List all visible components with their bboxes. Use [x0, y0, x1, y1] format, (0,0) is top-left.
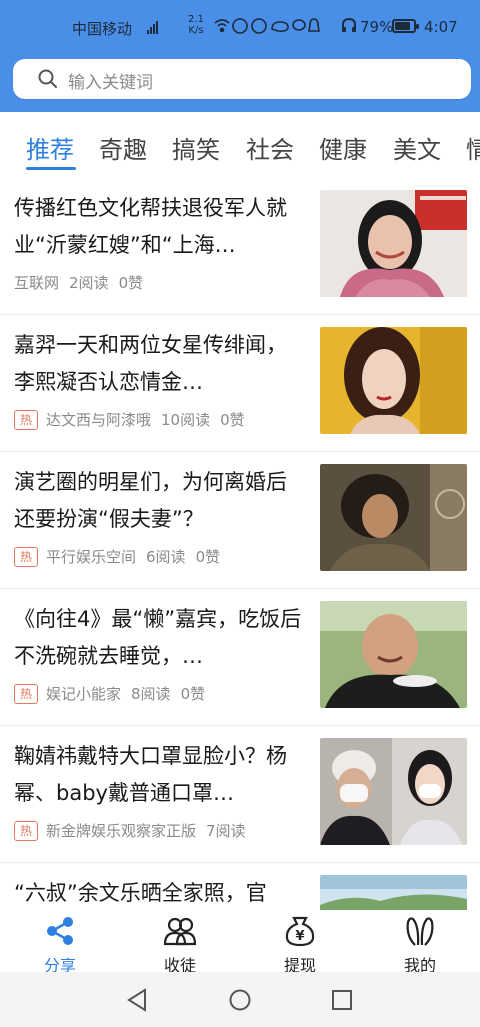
tab-society[interactable]: 社会: [246, 130, 294, 165]
feed-item-thumbnail[interactable]: [320, 875, 467, 910]
feed-item[interactable]: 传播红色文化帮扶退役军人就业“沂蒙红嫂”和“上海… 互联网 2阅读 0赞: [0, 178, 480, 315]
headphone-icon: [342, 17, 356, 37]
feed-item[interactable]: 《向往4》最“懒”嘉宾，吃饭后不洗碗就去睡觉，… 热娱记小能家 8阅读 0赞: [0, 589, 480, 726]
people-icon: [163, 917, 197, 950]
feed-item-meta: 互联网 2阅读 0赞: [14, 272, 143, 293]
speed-value: 2.1: [188, 14, 204, 25]
feed-item[interactable]: 嘉羿一天和两位女星传绯闻，李熙凝否认恋情金… 热达文西与阿漆哦 10阅读 0赞: [0, 315, 480, 452]
feed-item-thumbnail[interactable]: [320, 601, 467, 708]
feed-item-source: 达文西与阿漆哦: [46, 411, 152, 429]
feed-item-reads: 10阅读: [161, 411, 211, 429]
active-tab-indicator: [26, 167, 76, 170]
search-icon: [38, 69, 58, 93]
feed-item[interactable]: 鞠婧祎戴特大口罩显脸小？杨幂、baby戴普通口罩… 热新金牌娱乐观察家正版 7阅读: [0, 726, 480, 863]
network-speed: 2.1 K/s: [188, 14, 204, 36]
hot-badge: 热: [14, 684, 38, 704]
rabbit-ears-icon: [404, 917, 436, 950]
nav-share[interactable]: 分享: [20, 916, 100, 976]
category-tabs: 推荐 奇趣 搞笑 社会 健康 美文 情: [0, 112, 480, 178]
hot-badge: 热: [14, 410, 38, 430]
feed-item-likes: 0赞: [220, 411, 245, 429]
tab-essay[interactable]: 美文: [393, 130, 441, 165]
top-header: 中国移动 2.1 K/s 79% 4:07 输入关键词: [0, 0, 480, 112]
feed-item-title[interactable]: “六叔”余文乐晒全家照，官: [14, 875, 304, 910]
battery-percent: 79%: [360, 18, 394, 36]
feed-item-likes: 0赞: [118, 274, 144, 292]
home-icon[interactable]: [229, 989, 251, 1015]
tab-recommend[interactable]: 推荐: [26, 130, 74, 165]
feed-item[interactable]: “六叔”余文乐晒全家照，官: [0, 863, 480, 910]
carrier-name: 中国移动: [72, 20, 133, 38]
battery-icon: [392, 19, 419, 33]
tab-health[interactable]: 健康: [319, 130, 367, 165]
bottom-nav: 分享 收徒 ¥ 提现 我的: [0, 910, 480, 975]
tab-curious[interactable]: 奇趣: [99, 130, 147, 165]
feed-item-thumbnail[interactable]: [320, 190, 467, 297]
search-input[interactable]: 输入关键词: [13, 59, 471, 99]
feed-item-title[interactable]: 鞠婧祎戴特大口罩显脸小？杨幂、baby戴普通口罩…: [14, 738, 304, 812]
feed-item-title[interactable]: 演艺圈的明星们，为何离婚后还要扮演“假夫妻”？: [14, 464, 304, 538]
recents-icon[interactable]: [332, 990, 352, 1014]
feed-item-title[interactable]: 《向往4》最“懒”嘉宾，吃饭后不洗碗就去睡觉，…: [14, 601, 304, 675]
clock: 4:07: [424, 18, 458, 36]
feed-item-meta: 热平行娱乐空间 6阅读 0赞: [14, 546, 220, 567]
feed-item-title[interactable]: 嘉羿一天和两位女星传绯闻，李熙凝否认恋情金…: [14, 327, 304, 401]
feed-item-source: 新金牌娱乐观察家正版: [46, 822, 197, 840]
news-feed: 传播红色文化帮扶退役军人就业“沂蒙红嫂”和“上海… 互联网 2阅读 0赞 嘉羿一天和…: [0, 178, 480, 910]
speed-unit: K/s: [188, 25, 204, 36]
feed-item-title[interactable]: 传播红色文化帮扶退役军人就业“沂蒙红嫂”和“上海…: [14, 190, 304, 264]
system-nav-bar: [0, 972, 480, 1027]
hot-badge: 热: [14, 547, 38, 567]
nav-withdraw[interactable]: ¥ 提现: [260, 916, 340, 976]
feed-item-meta: 热达文西与阿漆哦 10阅读 0赞: [14, 409, 245, 430]
status-bar: 中国移动 2.1 K/s 79% 4:07: [0, 0, 480, 54]
tab-funny[interactable]: 搞笑: [172, 130, 220, 165]
tab-emotion[interactable]: 情: [466, 130, 480, 165]
hot-badge: 热: [14, 821, 38, 841]
back-icon[interactable]: [126, 988, 148, 1016]
nav-apprentice[interactable]: 收徒: [140, 916, 220, 976]
feed-item-thumbnail[interactable]: [320, 464, 467, 571]
notification-icons: [214, 17, 334, 39]
feed-item-reads: 6阅读: [146, 548, 186, 566]
feed-item-likes: 0赞: [180, 685, 206, 703]
feed-item[interactable]: 演艺圈的明星们，为何离婚后还要扮演“假夫妻”？ 热平行娱乐空间 6阅读 0赞: [0, 452, 480, 589]
feed-item-source: 平行娱乐空间: [46, 548, 137, 566]
feed-item-reads: 2阅读: [69, 274, 109, 292]
search-placeholder: 输入关键词: [68, 73, 153, 93]
feed-item-reads: 8阅读: [131, 685, 171, 703]
feed-item-meta: 热新金牌娱乐观察家正版 7阅读: [14, 820, 246, 841]
money-bag-icon: ¥: [285, 916, 315, 950]
feed-item-meta: 热娱记小能家 8阅读 0赞: [14, 683, 205, 704]
feed-item-reads: 7阅读: [206, 822, 246, 840]
share-icon: [44, 917, 76, 950]
feed-item-likes: 0赞: [195, 548, 221, 566]
svg-text:¥: ¥: [295, 929, 304, 944]
feed-item-thumbnail[interactable]: [320, 738, 467, 845]
feed-item-source: 互联网: [14, 274, 60, 292]
nav-mine[interactable]: 我的: [380, 916, 460, 976]
feed-item-thumbnail[interactable]: [320, 327, 467, 434]
feed-item-source: 娱记小能家: [46, 685, 122, 703]
signal-icon: [147, 20, 161, 38]
